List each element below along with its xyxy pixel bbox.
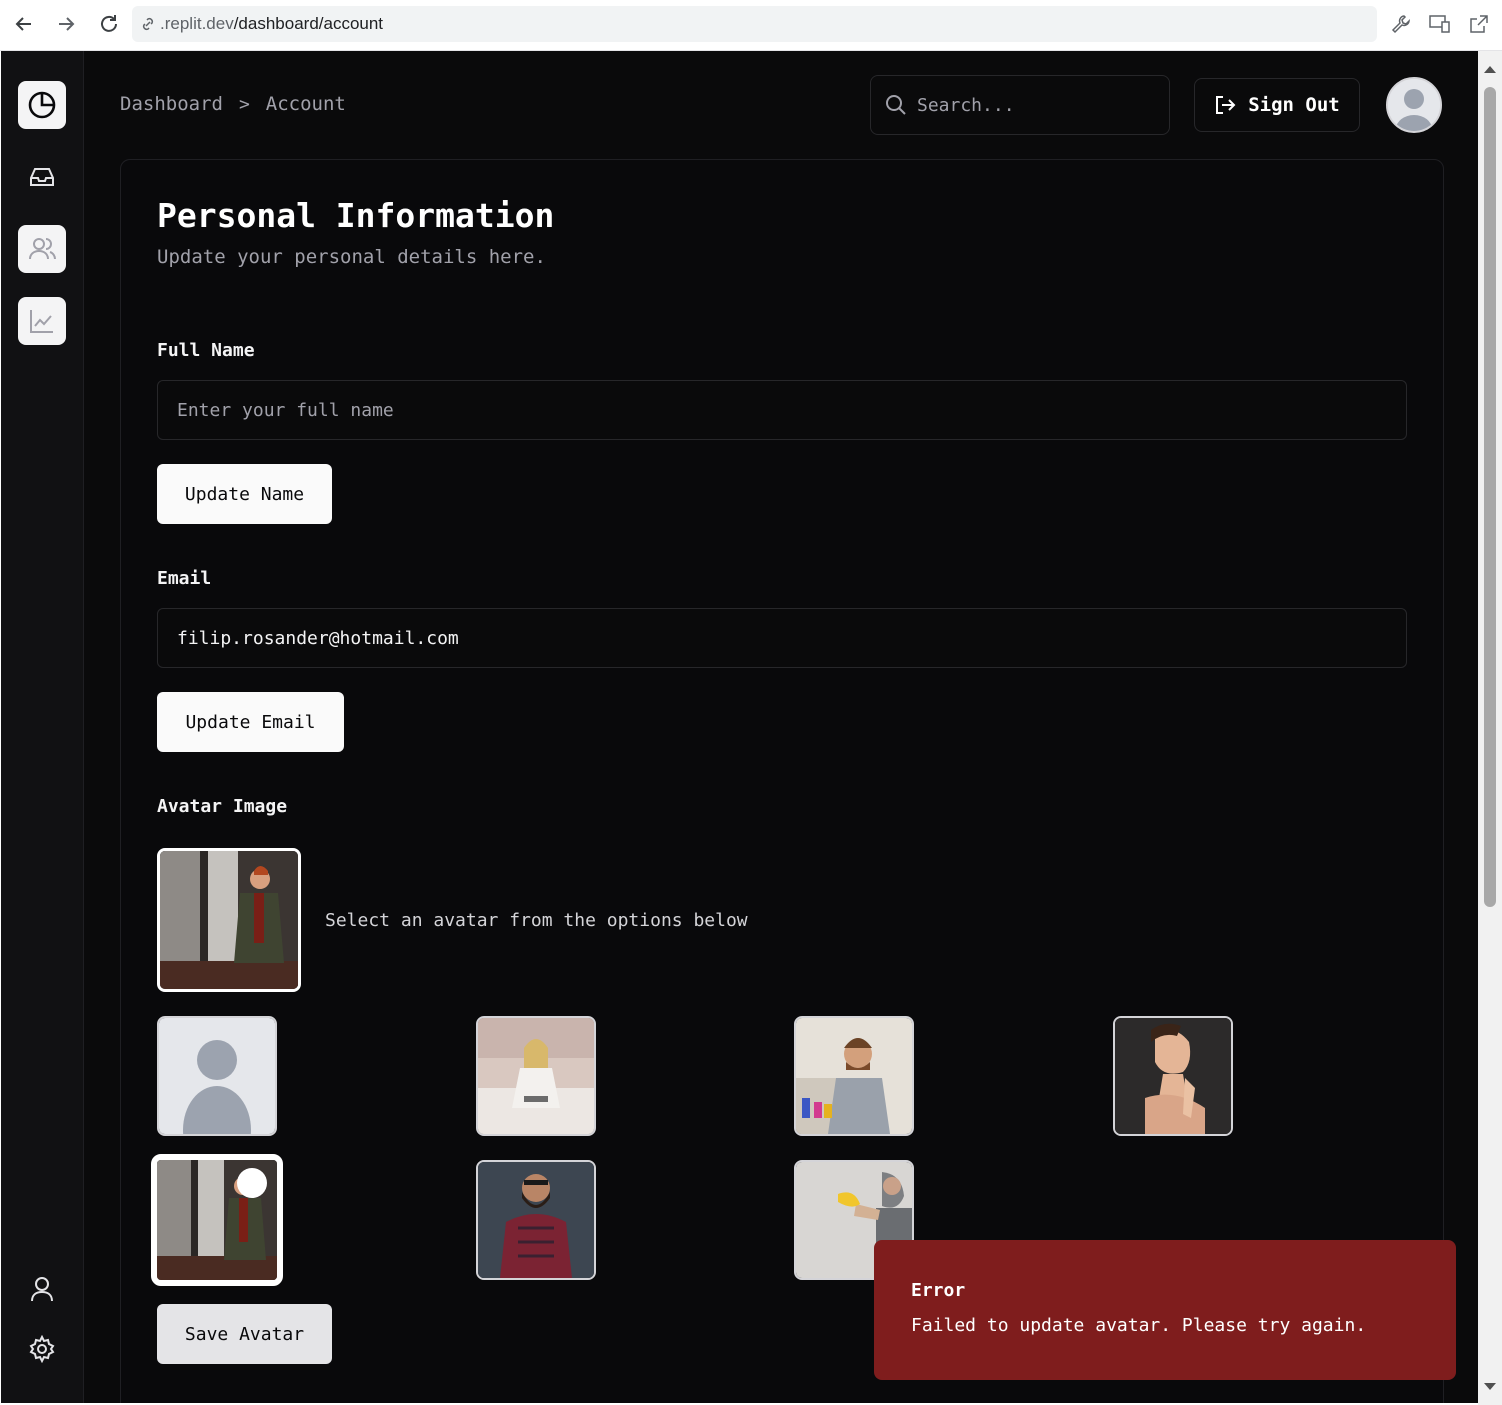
- sign-out-label: Sign Out: [1248, 94, 1340, 116]
- page-subtitle: Update your personal details here.: [157, 246, 546, 268]
- sidebar-item-inbox[interactable]: [18, 153, 66, 201]
- forward-button[interactable]: [52, 10, 80, 38]
- sign-out-button[interactable]: Sign Out: [1194, 78, 1360, 132]
- page-scrollbar[interactable]: [1478, 51, 1502, 1405]
- avatar-option-default[interactable]: [157, 1016, 277, 1136]
- email-field[interactable]: [157, 608, 1407, 668]
- devtools-button[interactable]: [1388, 11, 1414, 37]
- devices-icon: [1429, 15, 1450, 33]
- scrollbar-thumb[interactable]: [1484, 87, 1496, 907]
- email-input[interactable]: [177, 627, 1377, 649]
- avatar-option-woman-bed[interactable]: [476, 1016, 596, 1136]
- users-icon: [29, 238, 56, 260]
- breadcrumb: Dashboard > Account: [120, 93, 346, 115]
- reload-icon: [101, 15, 117, 32]
- photo-bearded-man-icon: [478, 1162, 594, 1278]
- sidebar-item-settings[interactable]: [18, 1325, 66, 1373]
- photo-woman-portrait-icon: [1115, 1018, 1231, 1134]
- app-root: Dashboard > Account Sign Out Personal In…: [1, 51, 1478, 1403]
- responsive-button[interactable]: [1427, 11, 1453, 37]
- sidebar-item-profile[interactable]: [18, 1265, 66, 1313]
- link-icon: [142, 17, 154, 31]
- full-name-input[interactable]: [177, 399, 1377, 421]
- update-email-button[interactable]: Update Email: [157, 692, 344, 752]
- selected-indicator: [237, 1168, 267, 1198]
- search-icon: [886, 95, 906, 115]
- breadcrumb-dashboard[interactable]: Dashboard: [120, 93, 223, 115]
- email-label: Email: [157, 568, 212, 589]
- breadcrumb-account: Account: [265, 93, 346, 115]
- logout-icon: [1216, 96, 1236, 114]
- sidebar: [1, 51, 84, 1403]
- user-silhouette-icon: [159, 1018, 275, 1134]
- search-box[interactable]: [870, 75, 1170, 135]
- inbox-icon: [30, 168, 54, 186]
- reload-button[interactable]: [95, 10, 123, 38]
- open-new-tab-button[interactable]: [1466, 11, 1492, 37]
- user-silhouette-icon: [1388, 79, 1440, 131]
- avatar-option-bearded-man[interactable]: [476, 1160, 596, 1280]
- personal-info-card: Personal Information Update your persona…: [120, 159, 1444, 1403]
- url-path: /dashboard/account: [233, 14, 384, 33]
- avatar-hint: Select an avatar from the options below: [325, 910, 748, 931]
- scroll-up-arrow-icon: [1484, 66, 1496, 73]
- sidebar-item-analytics[interactable]: [18, 297, 66, 345]
- address-bar[interactable]: .replit.dev/dashboard/account: [132, 6, 1377, 42]
- toast-title: Error: [911, 1280, 966, 1301]
- error-toast[interactable]: Error Failed to update avatar. Please tr…: [874, 1240, 1456, 1380]
- external-link-icon: [1470, 15, 1488, 33]
- avatar[interactable]: [1386, 77, 1442, 133]
- url-host: .replit.dev: [160, 14, 234, 33]
- pie-chart-icon: [28, 91, 56, 119]
- arrow-right-icon: [59, 17, 75, 31]
- browser-toolbar: .replit.dev/dashboard/account: [0, 0, 1502, 51]
- arrow-left-icon: [15, 17, 31, 31]
- toast-message: Failed to update avatar. Please try agai…: [911, 1315, 1367, 1336]
- full-name-label: Full Name: [157, 340, 255, 361]
- photo-man-at-desk-icon: [796, 1018, 912, 1134]
- update-name-button[interactable]: Update Name: [157, 464, 332, 524]
- avatar-option-man-desk[interactable]: [794, 1016, 914, 1136]
- avatar-label: Avatar Image: [157, 796, 288, 817]
- avatar-option-green-coat[interactable]: [151, 1154, 283, 1286]
- scroll-down-arrow-icon: [1484, 1383, 1496, 1390]
- line-chart-icon: [30, 310, 53, 333]
- search-input[interactable]: [917, 94, 1147, 116]
- back-button[interactable]: [10, 10, 38, 38]
- avatar-option-woman-neck[interactable]: [1113, 1016, 1233, 1136]
- breadcrumb-separator: >: [238, 93, 250, 115]
- sidebar-item-dashboard[interactable]: [18, 81, 66, 129]
- save-avatar-button[interactable]: Save Avatar: [157, 1304, 332, 1364]
- photo-person-in-green-coat: [160, 851, 298, 989]
- gear-icon: [29, 1335, 55, 1363]
- sidebar-item-users[interactable]: [18, 225, 66, 273]
- current-avatar-preview: [157, 848, 301, 992]
- user-icon: [31, 1277, 53, 1302]
- wrench-icon: [1391, 15, 1410, 34]
- page-title: Personal Information: [157, 196, 555, 235]
- full-name-field[interactable]: [157, 380, 1407, 440]
- photo-woman-on-bed-icon: [478, 1018, 594, 1134]
